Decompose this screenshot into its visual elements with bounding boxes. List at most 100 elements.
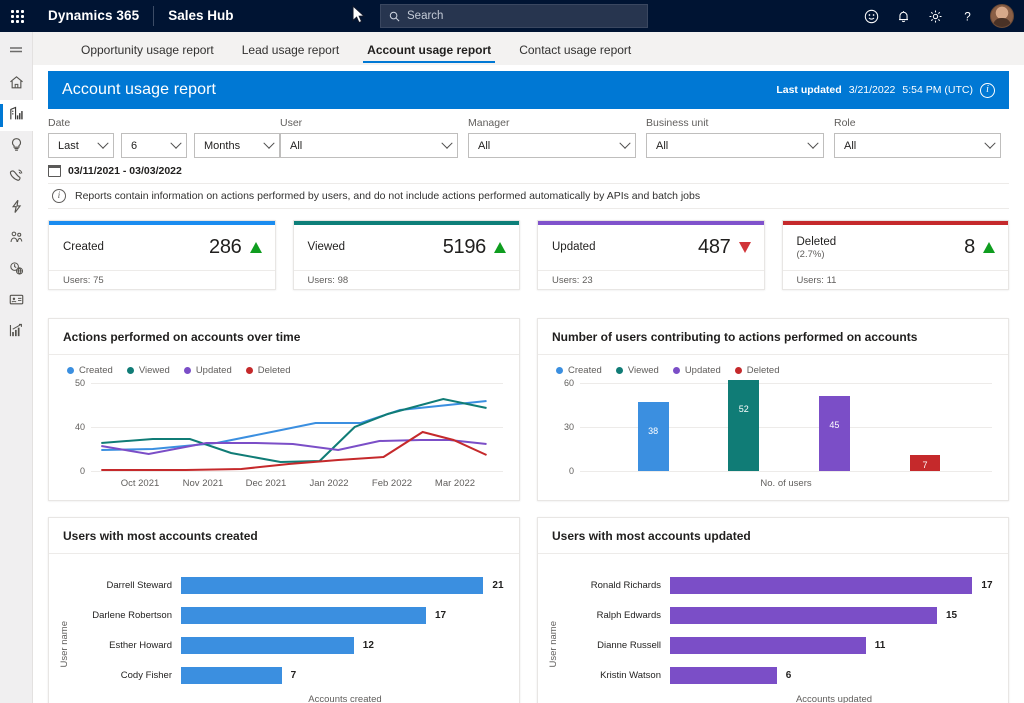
last-updated: Last updated 3/21/2022 5:54 PM (UTC) i bbox=[776, 83, 995, 98]
sidebar-item-home[interactable] bbox=[0, 69, 33, 100]
kpi-card-viewed[interactable]: Viewed 5196 Users: 98 bbox=[293, 220, 521, 290]
sidebar-item-engagement[interactable] bbox=[0, 255, 33, 286]
bar-row[interactable]: Esther Howard 12 bbox=[77, 630, 509, 660]
sidebar-item-relationships[interactable] bbox=[0, 224, 33, 255]
sidebar-item-reports[interactable] bbox=[0, 317, 33, 348]
x-axis-caption: Accounts created bbox=[77, 694, 509, 703]
search-input[interactable] bbox=[407, 10, 639, 22]
trend-up-icon bbox=[983, 242, 995, 253]
bar-deleted[interactable]: 7 bbox=[910, 455, 941, 471]
legend-label: Deleted bbox=[747, 365, 780, 376]
avatar[interactable] bbox=[990, 4, 1014, 28]
legend-item-updated[interactable]: Updated bbox=[673, 365, 721, 376]
legend-item-deleted[interactable]: Deleted bbox=[735, 365, 780, 376]
dynamics-365-report-page: Dynamics 365 Sales Hub ? bbox=[0, 0, 1024, 703]
sidebar-item-activities[interactable] bbox=[0, 193, 33, 224]
sidebar-item-ideas[interactable] bbox=[0, 131, 33, 162]
sidebar-item-sales-insights[interactable] bbox=[0, 100, 33, 131]
resolved-date-range-text: 03/11/2021 - 03/03/2022 bbox=[68, 165, 182, 177]
legend-item-updated[interactable]: Updated bbox=[184, 365, 232, 376]
date-count-value: 6 bbox=[131, 140, 166, 152]
legend-item-deleted[interactable]: Deleted bbox=[246, 365, 291, 376]
bell-icon[interactable] bbox=[888, 0, 918, 32]
kpi-users: Users: 75 bbox=[49, 270, 275, 289]
svg-text:?: ? bbox=[964, 10, 971, 23]
last-updated-date: 3/21/2022 bbox=[849, 84, 896, 96]
y-tick-label: 50 bbox=[59, 378, 85, 388]
legend-item-created[interactable]: Created bbox=[556, 365, 602, 376]
role-select[interactable]: All bbox=[834, 133, 1001, 158]
chevron-down-icon bbox=[441, 137, 452, 148]
tab-lead-usage-report[interactable]: Lead usage report bbox=[228, 43, 353, 65]
kpi-card-updated[interactable]: Updated 487 Users: 23 bbox=[537, 220, 765, 290]
tab-account-usage-report[interactable]: Account usage report bbox=[353, 43, 505, 65]
legend-dot bbox=[67, 367, 74, 374]
user-select[interactable]: All bbox=[280, 133, 458, 158]
home-icon bbox=[8, 74, 25, 96]
legend-item-viewed[interactable]: Viewed bbox=[127, 365, 170, 376]
tab-contact-usage-report[interactable]: Contact usage report bbox=[505, 43, 645, 65]
legend-item-viewed[interactable]: Viewed bbox=[616, 365, 659, 376]
bar-row[interactable]: Darrell Steward 21 bbox=[77, 570, 509, 600]
phone-call-icon bbox=[8, 167, 25, 189]
bar-value-label: 52 bbox=[728, 404, 759, 414]
tab-opportunity-usage-report[interactable]: Opportunity usage report bbox=[67, 43, 228, 65]
bar-row[interactable]: Ronald Richards 17 bbox=[566, 570, 998, 600]
bar-row[interactable]: Dianne Russell 11 bbox=[566, 630, 998, 660]
kpi-card-deleted[interactable]: Deleted (2.7%) 8 Users: 11 bbox=[782, 220, 1010, 290]
bar-viewed[interactable]: 52 bbox=[728, 380, 759, 471]
trend-down-icon bbox=[739, 242, 751, 253]
smiley-icon[interactable] bbox=[856, 0, 886, 32]
business-unit-select[interactable]: All bbox=[646, 133, 824, 158]
bar-row[interactable]: Kristin Watson 6 bbox=[566, 660, 998, 690]
chevron-down-icon bbox=[619, 137, 630, 148]
x-tick-label: Mar 2022 bbox=[435, 478, 475, 489]
bar-created[interactable]: 38 bbox=[638, 402, 669, 471]
bar-updated[interactable]: 45 bbox=[819, 396, 850, 471]
card-icon bbox=[8, 291, 25, 313]
kpi-label: Viewed bbox=[308, 241, 346, 254]
globe-clock-icon bbox=[8, 260, 25, 282]
chart-legend: Created Viewed Updated Deleted bbox=[548, 363, 998, 376]
x-tick-label: Dec 2021 bbox=[246, 478, 287, 489]
date-unit-select[interactable]: Months bbox=[194, 133, 280, 158]
bar-row[interactable]: Darlene Robertson 17 bbox=[77, 600, 509, 630]
legend-label: Created bbox=[79, 365, 113, 376]
bar-row[interactable]: Ralph Edwards 15 bbox=[566, 600, 998, 630]
info-banner: i Reports contain information on actions… bbox=[48, 183, 1009, 209]
waffle-icon[interactable] bbox=[0, 0, 34, 32]
last-updated-time: 5:54 PM (UTC) bbox=[902, 84, 973, 96]
info-icon[interactable]: i bbox=[980, 83, 995, 98]
date-unit-value: Months bbox=[204, 140, 259, 152]
bar-fill bbox=[670, 577, 972, 594]
gear-icon[interactable] bbox=[920, 0, 950, 32]
x-axis-caption: Accounts updated bbox=[566, 694, 998, 703]
report-tab-strip: Opportunity usage report Lead usage repo… bbox=[33, 32, 1024, 65]
kpi-card-created[interactable]: Created 286 Users: 75 bbox=[48, 220, 276, 290]
legend-label: Updated bbox=[196, 365, 232, 376]
bar-row[interactable]: Cody Fisher 7 bbox=[77, 660, 509, 690]
date-mode-select[interactable]: Last bbox=[48, 133, 114, 158]
bar-category-label: Darrell Steward bbox=[77, 580, 181, 591]
chart-card-users-most-created: Users with most accounts created User na… bbox=[48, 517, 520, 703]
search-icon bbox=[389, 11, 400, 22]
kpi-value: 8 bbox=[964, 236, 975, 259]
bar-fill bbox=[181, 667, 282, 684]
help-icon[interactable]: ? bbox=[952, 0, 982, 32]
sidebar-item-calls[interactable] bbox=[0, 162, 33, 193]
date-count-select[interactable]: 6 bbox=[121, 133, 187, 158]
sidebar-item-records[interactable] bbox=[0, 286, 33, 317]
legend-item-created[interactable]: Created bbox=[67, 365, 113, 376]
y-tick-label: 60 bbox=[548, 378, 574, 388]
brand-label[interactable]: Dynamics 365 bbox=[34, 0, 153, 32]
sidebar-item-site-map-toggle[interactable] bbox=[0, 38, 33, 69]
user-filter-label: User bbox=[280, 117, 468, 129]
bar-category-label: Dianne Russell bbox=[566, 640, 670, 651]
legend-label: Viewed bbox=[139, 365, 170, 376]
y-tick-label: 30 bbox=[548, 422, 574, 432]
app-title[interactable]: Sales Hub bbox=[154, 0, 247, 32]
role-filter-label: Role bbox=[834, 117, 1004, 129]
search-box[interactable] bbox=[380, 4, 648, 28]
manager-select[interactable]: All bbox=[468, 133, 636, 158]
chevron-down-icon bbox=[263, 137, 274, 148]
